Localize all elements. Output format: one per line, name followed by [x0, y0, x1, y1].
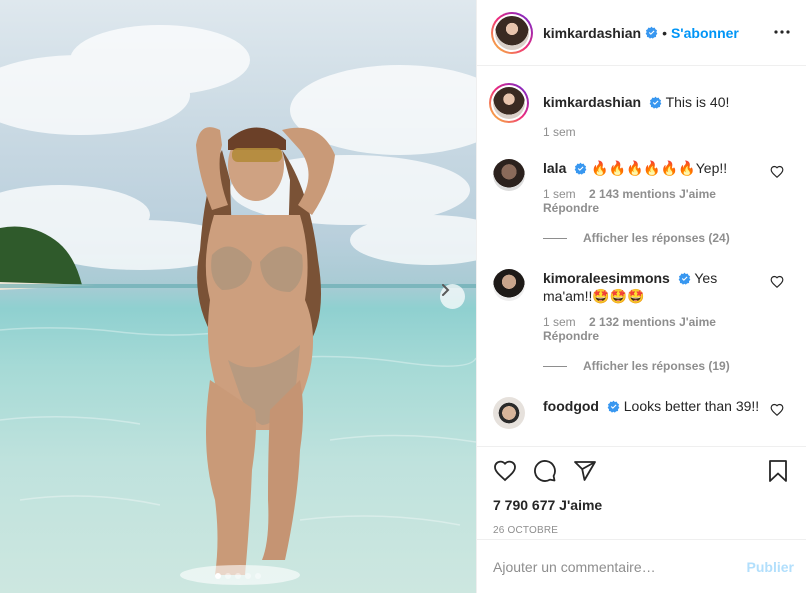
- more-dots-icon: [774, 30, 790, 34]
- comment-time[interactable]: 1 sem: [543, 187, 576, 201]
- heart-icon[interactable]: [770, 403, 784, 417]
- post-actions: 7 790 677 J'aime 26 OCTOBRE: [477, 446, 806, 536]
- heart-icon[interactable]: [770, 275, 784, 289]
- comment-item: kimoraleesimmons Yes ma'am!!🤩🤩🤩 1 sem 2 …: [493, 269, 790, 343]
- verified-badge-icon: [678, 272, 691, 285]
- instagram-post: kimkardashian • S'abonner kimkardashian: [0, 0, 806, 593]
- heart-icon[interactable]: [770, 165, 784, 179]
- view-replies-button[interactable]: Afficher les réponses (19): [543, 359, 790, 373]
- follow-button[interactable]: S'abonner: [671, 25, 739, 41]
- post-side-panel: kimkardashian • S'abonner kimkardashian: [476, 0, 806, 593]
- carousel-dot: [255, 573, 261, 579]
- like-count[interactable]: 7 790 677 J'aime: [493, 497, 790, 513]
- like-heart-icon[interactable]: [493, 459, 517, 483]
- view-replies-label: Afficher les réponses (19): [583, 359, 730, 373]
- verified-badge-icon: [649, 96, 662, 109]
- caption-username[interactable]: kimkardashian: [543, 94, 641, 110]
- caption-time[interactable]: 1 sem: [543, 125, 576, 139]
- carousel-dot: [245, 573, 251, 579]
- comment-text: 🔥🔥🔥🔥🔥🔥Yep!!: [591, 160, 728, 176]
- comment-likes[interactable]: 2 132 mentions J'aime: [589, 315, 716, 329]
- header-separator: •: [662, 24, 667, 41]
- post-photo[interactable]: [0, 0, 476, 593]
- comment-username[interactable]: foodgod: [543, 398, 599, 414]
- reply-button[interactable]: Répondre: [543, 201, 599, 215]
- chevron-right-icon: [442, 284, 450, 296]
- view-replies-button[interactable]: Afficher les réponses (24): [543, 231, 790, 245]
- comment-input[interactable]: [493, 558, 747, 575]
- comment-item: lala 🔥🔥🔥🔥🔥🔥Yep!! 1 sem 2 143 mentions J'…: [493, 159, 790, 215]
- comment-text: Looks better than 39!!: [623, 398, 760, 414]
- view-replies-label: Afficher les réponses (24): [583, 231, 730, 245]
- add-comment-form: Publier: [477, 539, 806, 593]
- carousel-dot: [215, 573, 221, 579]
- more-options-button[interactable]: [770, 22, 794, 42]
- verified-badge-icon: [574, 162, 587, 175]
- post-header: kimkardashian • S'abonner: [477, 0, 806, 66]
- verified-badge-icon: [645, 26, 658, 39]
- carousel-dot: [235, 573, 241, 579]
- verified-badge-icon: [607, 400, 620, 413]
- commenter-avatar[interactable]: [493, 269, 525, 301]
- commenter-avatar[interactable]: [493, 397, 525, 429]
- comment-likes[interactable]: 2 143 mentions J'aime: [589, 187, 716, 201]
- carousel-next-button[interactable]: [440, 284, 465, 309]
- comment-bubble-icon[interactable]: [533, 459, 557, 483]
- comment-username[interactable]: kimoraleesimmons: [543, 270, 670, 286]
- save-bookmark-icon[interactable]: [766, 459, 790, 483]
- comment-time[interactable]: 1 sem: [543, 315, 576, 329]
- beach-photo-illustration: [0, 25, 476, 585]
- carousel-dot: [225, 573, 231, 579]
- comment-item: foodgod Looks better than 39!!: [493, 397, 790, 429]
- caption-avatar[interactable]: [489, 83, 529, 123]
- caption: kimkardashian This is 40! 1 sem: [489, 83, 790, 139]
- post-date[interactable]: 26 OCTOBRE: [493, 525, 790, 536]
- publish-button[interactable]: Publier: [747, 559, 794, 575]
- share-paper-plane-icon[interactable]: [573, 459, 597, 483]
- caption-text: This is 40!: [665, 94, 730, 110]
- author-avatar[interactable]: [491, 11, 533, 54]
- comments-list[interactable]: kimkardashian This is 40! 1 sem lala 🔥🔥🔥…: [477, 67, 806, 445]
- commenter-avatar[interactable]: [493, 159, 525, 191]
- comment-username[interactable]: lala: [543, 160, 566, 176]
- author-username[interactable]: kimkardashian: [543, 25, 641, 41]
- carousel-indicator: [0, 573, 476, 579]
- reply-button[interactable]: Répondre: [543, 329, 599, 343]
